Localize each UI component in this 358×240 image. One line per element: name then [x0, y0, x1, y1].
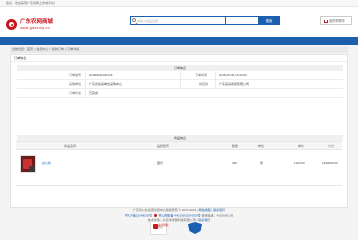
order-no-value: 20180630100146	[89, 73, 113, 77]
footer-line-3: 技术支持：北京零零捌科技有限公司 | 联系我们	[147, 218, 211, 222]
order-time-label: 下单时间	[195, 73, 208, 77]
seller-value: 广东某某商贸有限公司	[219, 82, 250, 86]
column-header: 品牌型号	[157, 144, 170, 148]
breadcrumb: 当前位置：首页 > 会员中心 > 我的订单 > 订单详情	[10, 47, 348, 53]
cell-divider	[85, 71, 86, 80]
column-header: 小计	[328, 144, 335, 148]
cell-divider	[85, 89, 86, 98]
icp-link[interactable]: 粤ICP备15048503号	[125, 213, 152, 217]
status-label: 订单状态	[69, 91, 82, 95]
logo-domain: www.gdsenty.cn	[20, 26, 50, 30]
product-name-link[interactable]: 办公椅	[42, 161, 51, 166]
logo-title[interactable]: 广东农网商城	[20, 19, 53, 26]
police-record-link[interactable]: 粤公网安备 44010602004205号	[158, 213, 200, 217]
cart-button[interactable]: 我的购物车	[320, 16, 352, 25]
cell-divider	[215, 80, 216, 89]
sitemap-link[interactable]: 网站地图	[199, 208, 211, 212]
order-info-row: 订单编号 20180630100146 下单时间 2018-06-30 16:2…	[17, 71, 343, 80]
product-price: 1100.00	[294, 161, 305, 165]
order-section-title-text: 订单信息	[173, 65, 186, 70]
goods-section-title-text: 商品信息	[173, 135, 186, 140]
product-subtotal: 1100000.00	[322, 161, 338, 165]
top-bar: 您好，欢迎来到广东省网上商城平台！	[0, 0, 358, 7]
search-icon	[132, 18, 136, 22]
hotline-text: 咨询电话：4001690105	[201, 213, 234, 218]
product-qty: 440	[232, 161, 238, 165]
order-time-value: 2018-06-30 16:22:00	[219, 73, 247, 77]
buyer-label: 采购单位	[69, 82, 82, 86]
cell-divider	[180, 71, 181, 80]
security-badge[interactable]	[188, 222, 202, 234]
order-info-row: 采购单位 广东省某某单位采购中心 供应商 广东某某商贸有限公司	[17, 80, 343, 89]
gov-badge-sub: 找错	[158, 226, 163, 229]
cell-divider	[85, 80, 86, 89]
status-value: 已完成	[89, 91, 99, 95]
gov-site-error-badge[interactable]: 政府网站 找错	[150, 221, 168, 235]
footer-copyright: 广东省公共资源交易中心版权所有 © 2015-2018	[132, 208, 197, 212]
card-title: 订单信息	[14, 56, 27, 60]
card-header: 订单信息	[11, 55, 347, 62]
column-header: 数量	[232, 144, 239, 148]
column-header: 单价	[298, 144, 305, 148]
product-thumbnail[interactable]	[20, 155, 36, 173]
search-box-extension	[226, 16, 258, 25]
search-input[interactable]	[137, 17, 223, 24]
column-header: 单位	[258, 144, 265, 148]
product-brand: 国光	[157, 161, 164, 165]
column-header: 商品名称	[64, 144, 77, 148]
seller-label: 供应商	[199, 82, 209, 86]
cell-divider	[180, 80, 181, 89]
product-unit: 张	[260, 161, 264, 165]
main-nav-bar	[0, 37, 358, 45]
table-row: 办公椅 国光 440 张 1100.00 1100000.00	[16, 150, 342, 186]
order-info-row: 订单状态 已完成	[17, 89, 343, 98]
goods-table-header: 商品名称 品牌型号 数量 单位 单价 小计	[16, 141, 342, 150]
gov-emblem-icon	[152, 223, 158, 229]
buyer-value: 广东省某某单位采购中心	[89, 82, 123, 86]
cart-label: 我的购物车	[329, 18, 345, 23]
welcome-text: 您好，欢迎来到广东省网上商城平台！	[6, 1, 58, 5]
cart-icon	[324, 19, 328, 23]
search-button[interactable]: 搜索	[258, 16, 280, 25]
breadcrumb-text[interactable]: 当前位置：首页 > 会员中心 > 我的订单 > 订单详情	[12, 48, 79, 52]
cell-divider	[215, 71, 216, 80]
shield-icon	[188, 222, 202, 234]
contact-link[interactable]: 联系我们	[213, 208, 225, 212]
police-badge-icon	[153, 214, 157, 217]
order-no-label: 订单编号	[69, 73, 82, 77]
logo-icon[interactable]	[6, 19, 17, 30]
footer: 广东省公共资源交易中心版权所有 © 2015-2018 | 网站地图 | 联系我…	[0, 208, 358, 240]
